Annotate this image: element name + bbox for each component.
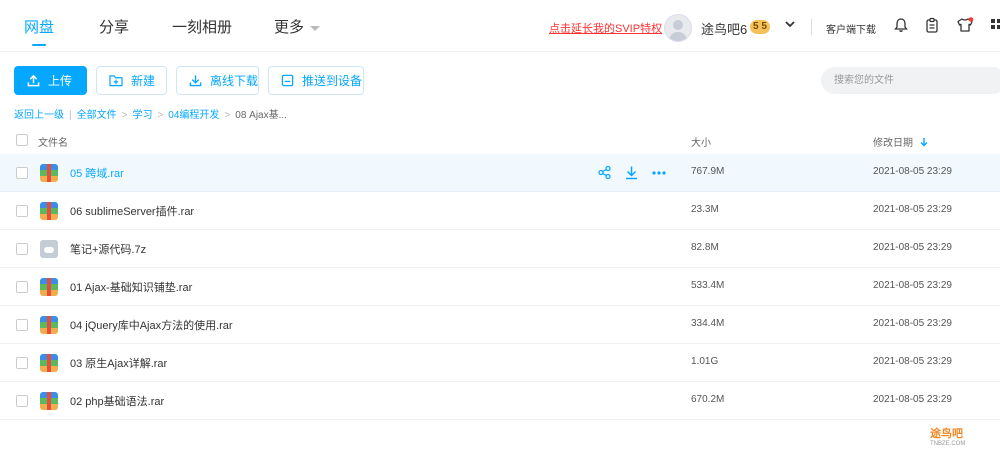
watermark-subtext: TNBZE.COM <box>930 441 966 447</box>
breadcrumb-current: 08 Ajax基... <box>235 110 287 121</box>
table-row[interactable]: 04 jQuery库中Ajax方法的使用.rar 334.4M 2021-08-… <box>0 306 1000 344</box>
file-size: 767.9M <box>691 166 725 177</box>
upload-label: 上传 <box>48 74 73 88</box>
select-all-checkbox[interactable] <box>16 134 28 146</box>
breadcrumb-back-link[interactable]: 返回上一级 <box>14 110 64 121</box>
offline-download-label: 离线下载 <box>210 74 259 88</box>
breadcrumb: 返回上一级 | 全部文件 > 学习 >04编程开发 >08 Ajax基... <box>14 106 287 121</box>
top-bar: 网盘 分享 一刻相册 更多 点击延长我的SVIP特权 途鸟吧6 5 5 客户端下… <box>0 0 1000 52</box>
row-checkbox[interactable] <box>16 243 28 255</box>
divider <box>811 19 812 35</box>
device-icon <box>281 74 294 87</box>
rar-file-icon <box>40 202 58 220</box>
row-checkbox[interactable] <box>16 395 28 407</box>
new-folder-icon <box>109 75 123 87</box>
site-watermark: 途鸟吧 TNBZE.COM <box>930 425 965 447</box>
nav-netdisk[interactable]: 网盘 <box>24 16 54 37</box>
push-to-device-label: 推送到设备 <box>302 74 363 88</box>
file-name[interactable]: 04 jQuery库中Ajax方法的使用.rar <box>70 317 233 333</box>
breadcrumb-separator: > <box>224 110 231 121</box>
share-icon[interactable] <box>597 165 612 180</box>
file-date: 2021-08-05 23:29 <box>873 204 952 215</box>
nav-album[interactable]: 一刻相册 <box>172 16 232 37</box>
column-header-date[interactable]: 修改日期 <box>873 134 928 149</box>
rar-file-icon <box>40 316 58 334</box>
new-label: 新建 <box>131 74 156 88</box>
avatar[interactable] <box>664 14 692 42</box>
file-date: 2021-08-05 23:29 <box>873 318 952 329</box>
file-name[interactable]: 05 跨域.rar <box>70 165 124 181</box>
sort-down-arrow-icon <box>920 138 928 147</box>
archive-7z-file-icon <box>40 240 58 258</box>
rar-file-icon <box>40 164 58 182</box>
vip-badge: 5 5 <box>750 20 770 34</box>
file-date: 2021-08-05 23:29 <box>873 356 952 367</box>
table-row[interactable]: 02 php基础语法.rar 670.2M 2021-08-05 23:29 <box>0 382 1000 420</box>
file-date: 2021-08-05 23:29 <box>873 242 952 253</box>
download-icon <box>189 75 202 87</box>
table-row[interactable]: 笔记+源代码.7z 82.8M 2021-08-05 23:29 <box>0 230 1000 268</box>
nav-more[interactable]: 更多 <box>274 16 321 37</box>
bell-icon[interactable] <box>893 17 909 33</box>
grid-icon[interactable] <box>990 17 1000 33</box>
file-name[interactable]: 03 原生Ajax详解.rar <box>70 355 167 371</box>
breadcrumb-programming[interactable]: 04编程开发 <box>168 110 219 121</box>
column-header-name[interactable]: 文件名 <box>38 134 68 149</box>
file-date: 2021-08-05 23:29 <box>873 166 952 177</box>
upload-button[interactable]: 上传 <box>14 66 87 95</box>
client-download-link[interactable]: 客户端下载 <box>826 21 876 36</box>
file-size: 23.3M <box>691 204 719 215</box>
rar-file-icon <box>40 392 58 410</box>
file-date: 2021-08-05 23:29 <box>873 280 952 291</box>
file-name[interactable]: 01 Ajax-基础知识铺垫.rar <box>70 279 192 295</box>
rar-file-icon <box>40 354 58 372</box>
file-size: 533.4M <box>691 280 725 291</box>
file-size: 334.4M <box>691 318 725 329</box>
search-input[interactable] <box>821 67 1000 94</box>
breadcrumb-separator: > <box>157 110 164 121</box>
new-button[interactable]: 新建 <box>96 66 167 95</box>
nav-active-indicator <box>32 44 46 46</box>
offline-download-button[interactable]: 离线下载 <box>176 66 259 95</box>
breadcrumb-study[interactable]: 学习 <box>132 110 152 121</box>
nav-more-label: 更多 <box>274 19 305 36</box>
column-header-date-label: 修改日期 <box>873 138 913 149</box>
row-checkbox[interactable] <box>16 205 28 217</box>
watermark-text: 途鸟吧 <box>930 428 963 440</box>
table-row[interactable]: 05 跨域.rar 767.9M 2021-08-05 23:29 <box>0 154 1000 192</box>
caret-down-icon <box>310 25 321 31</box>
file-name[interactable]: 笔记+源代码.7z <box>70 241 146 257</box>
username[interactable]: 途鸟吧6 <box>701 19 747 38</box>
file-size: 670.2M <box>691 394 725 405</box>
row-checkbox[interactable] <box>16 357 28 369</box>
chevron-down-icon[interactable] <box>784 18 796 30</box>
table-header: 文件名 大小 修改日期 <box>0 128 1000 154</box>
file-size: 1.01G <box>691 356 719 367</box>
column-header-size[interactable]: 大小 <box>691 134 711 149</box>
row-checkbox[interactable] <box>16 281 28 293</box>
clipboard-icon[interactable] <box>924 17 940 33</box>
table-row[interactable]: 03 原生Ajax详解.rar 1.01G 2021-08-05 23:29 <box>0 344 1000 382</box>
breadcrumb-separator: > <box>121 110 128 121</box>
more-options-icon[interactable] <box>651 165 667 180</box>
file-name[interactable]: 06 sublimeServer插件.rar <box>70 203 194 219</box>
rar-file-icon <box>40 278 58 296</box>
tshirt-icon[interactable] <box>956 17 974 33</box>
file-name[interactable]: 02 php基础语法.rar <box>70 393 164 409</box>
row-checkbox[interactable] <box>16 167 28 179</box>
breadcrumb-all-files[interactable]: 全部文件 <box>77 110 117 121</box>
breadcrumb-separator: | <box>69 110 72 121</box>
push-to-device-button[interactable]: 推送到设备 <box>268 66 364 95</box>
svip-renew-link[interactable]: 点击延长我的SVIP特权 <box>549 20 662 36</box>
row-checkbox[interactable] <box>16 319 28 331</box>
file-date: 2021-08-05 23:29 <box>873 394 952 405</box>
download-icon[interactable] <box>624 165 639 180</box>
table-row[interactable]: 01 Ajax-基础知识铺垫.rar 533.4M 2021-08-05 23:… <box>0 268 1000 306</box>
nav-share[interactable]: 分享 <box>99 16 129 37</box>
table-row[interactable]: 06 sublimeServer插件.rar 23.3M 2021-08-05 … <box>0 192 1000 230</box>
file-size: 82.8M <box>691 242 719 253</box>
upload-icon <box>27 74 40 87</box>
